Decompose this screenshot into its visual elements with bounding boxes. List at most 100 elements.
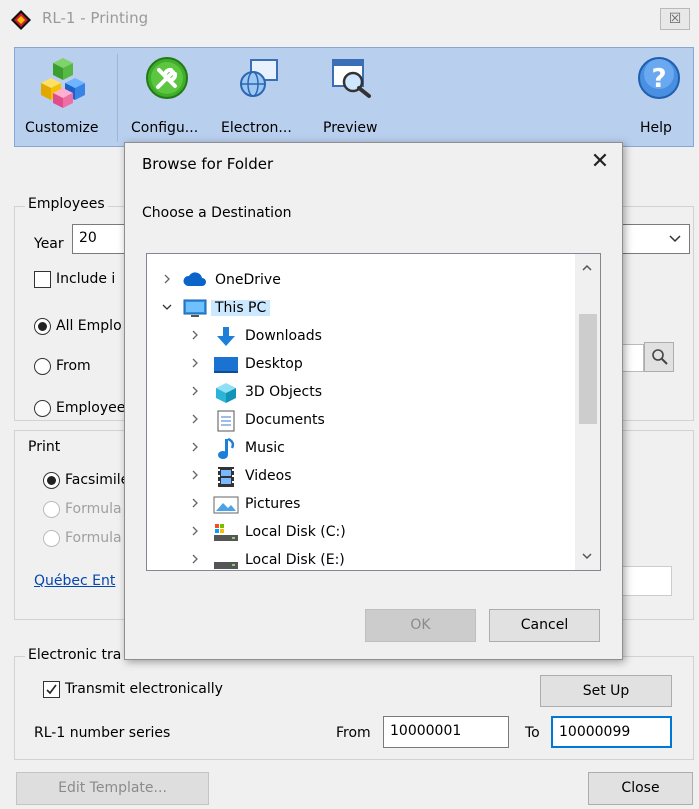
formula-2-label: Formula — [65, 530, 122, 546]
chevron-right-icon — [192, 386, 198, 396]
series-label: RL-1 number series — [34, 725, 171, 741]
from-input[interactable] — [622, 344, 644, 372]
app-diamond-icon — [11, 10, 31, 30]
tree-item-label: Videos — [245, 468, 292, 484]
3d-objects-icon — [216, 383, 236, 403]
tree-item-local-disk-e[interactable]: Local Disk (E:) — [147, 548, 567, 570]
toolbar: Customize Configu... Electron... Preview — [14, 47, 694, 147]
tree-item-local-disk-c[interactable]: Local Disk (C:) — [147, 520, 567, 546]
scroll-up-icon[interactable] — [581, 262, 593, 274]
svg-text:?: ? — [651, 64, 666, 94]
this-pc-icon — [183, 299, 207, 317]
dialog-close-button[interactable]: ✕ — [585, 149, 615, 175]
folder-tree[interactable]: OneDrive This PC Downloads Desktop 3D Ob… — [146, 253, 601, 571]
onedrive-icon — [183, 272, 206, 286]
chevron-down-icon — [162, 304, 172, 310]
tree-item-3d-objects[interactable]: 3D Objects — [147, 380, 567, 406]
tree-item-videos[interactable]: Videos — [147, 464, 567, 490]
chevron-right-icon — [192, 330, 198, 340]
tree-item-documents[interactable]: Documents — [147, 408, 567, 434]
scrollbar-thumb[interactable] — [579, 314, 597, 424]
close-button[interactable]: Close — [588, 772, 693, 805]
tree-item-label: Documents — [245, 412, 325, 428]
electronic-button[interactable]: Electron... — [219, 48, 315, 148]
tree-item-onedrive[interactable]: OneDrive — [147, 268, 567, 294]
from-label: From — [56, 358, 91, 374]
tree-item-label: Desktop — [245, 356, 303, 372]
tree-item-label: OneDrive — [215, 272, 281, 288]
tree-item-label: Local Disk (C:) — [245, 524, 346, 540]
all-employees-label: All Emplo — [56, 318, 122, 334]
formula-2-radio[interactable] — [43, 530, 60, 547]
all-employees-radio[interactable] — [34, 318, 51, 335]
tree-item-label: Pictures — [245, 496, 301, 512]
tree-item-label: Local Disk (E:) — [245, 552, 345, 568]
preview-button[interactable]: Preview — [315, 48, 395, 148]
chevron-right-icon — [192, 414, 198, 424]
quebec-input[interactable] — [622, 566, 672, 596]
window-close-button[interactable]: ☒ — [660, 8, 690, 30]
tree-item-label: This PC — [211, 300, 271, 316]
downloads-icon — [217, 327, 235, 346]
tree-item-music[interactable]: Music — [147, 436, 567, 462]
preview-label: Preview — [323, 120, 378, 136]
tree-item-label: Downloads — [245, 328, 322, 344]
help-label: Help — [640, 120, 672, 136]
facsimile-label: Facsimile — [65, 472, 130, 488]
chevron-right-icon — [164, 274, 170, 284]
chevron-right-icon — [192, 442, 198, 452]
chevron-right-icon — [192, 358, 198, 368]
include-checkbox[interactable] — [34, 271, 51, 288]
tree-item-desktop[interactable]: Desktop — [147, 352, 567, 378]
desktop-icon — [214, 357, 238, 373]
edit-template-button[interactable]: Edit Template... — [16, 772, 209, 805]
print-group-label: Print — [25, 439, 64, 455]
tools-icon — [146, 57, 188, 99]
electronic-label: Electron... — [221, 120, 292, 136]
tree-item-downloads[interactable]: Downloads — [147, 324, 567, 350]
setup-button[interactable]: Set Up — [540, 675, 672, 707]
electronic-group-label: Electronic tra — [25, 647, 125, 663]
preview-icon — [332, 59, 371, 98]
year-select[interactable]: 20 — [72, 224, 132, 254]
configure-button[interactable]: Configu... — [123, 48, 219, 148]
cancel-button[interactable]: Cancel — [489, 609, 600, 642]
employee-select-dropdown[interactable] — [620, 224, 690, 254]
local-disk-c-icon — [214, 524, 238, 541]
local-disk-e-icon — [214, 562, 238, 569]
ok-button[interactable]: OK — [365, 609, 476, 642]
customize-label: Customize — [25, 120, 99, 136]
include-label: Include i — [56, 271, 116, 287]
help-button[interactable]: ? Help — [625, 48, 691, 148]
configure-label: Configu... — [131, 120, 199, 136]
facsimile-radio[interactable] — [43, 472, 60, 489]
series-to-input[interactable]: 10000099 — [551, 716, 672, 748]
documents-icon — [217, 410, 235, 432]
chevron-down-icon — [669, 235, 681, 243]
dialog-title: Browse for Folder — [142, 155, 274, 173]
transmit-label: Transmit electronically — [65, 681, 223, 697]
tree-scrollbar[interactable] — [575, 254, 600, 570]
pictures-icon — [213, 496, 239, 514]
dialog-subtitle: Choose a Destination — [142, 205, 292, 221]
help-icon: ? — [638, 57, 680, 99]
series-from-input[interactable]: 10000001 — [383, 716, 509, 748]
from-radio[interactable] — [34, 358, 51, 375]
formula-1-radio[interactable] — [43, 501, 60, 518]
chevron-right-icon — [192, 526, 198, 536]
employee-label: Employee — [56, 400, 126, 416]
chevron-right-icon — [192, 554, 198, 564]
tree-item-this-pc[interactable]: This PC — [147, 296, 567, 322]
music-icon — [218, 438, 235, 459]
cubes-icon — [41, 58, 85, 108]
customize-button[interactable]: Customize — [15, 48, 111, 148]
scroll-down-icon[interactable] — [581, 550, 593, 562]
quebec-enterprise-link[interactable]: Québec Ent — [34, 573, 115, 589]
tree-item-pictures[interactable]: Pictures — [147, 492, 567, 518]
chevron-right-icon — [192, 498, 198, 508]
search-button[interactable] — [644, 342, 674, 372]
employee-radio[interactable] — [34, 400, 51, 417]
series-from-label: From — [336, 725, 371, 741]
checkmark-icon — [46, 684, 57, 695]
transmit-checkbox[interactable] — [43, 681, 60, 698]
